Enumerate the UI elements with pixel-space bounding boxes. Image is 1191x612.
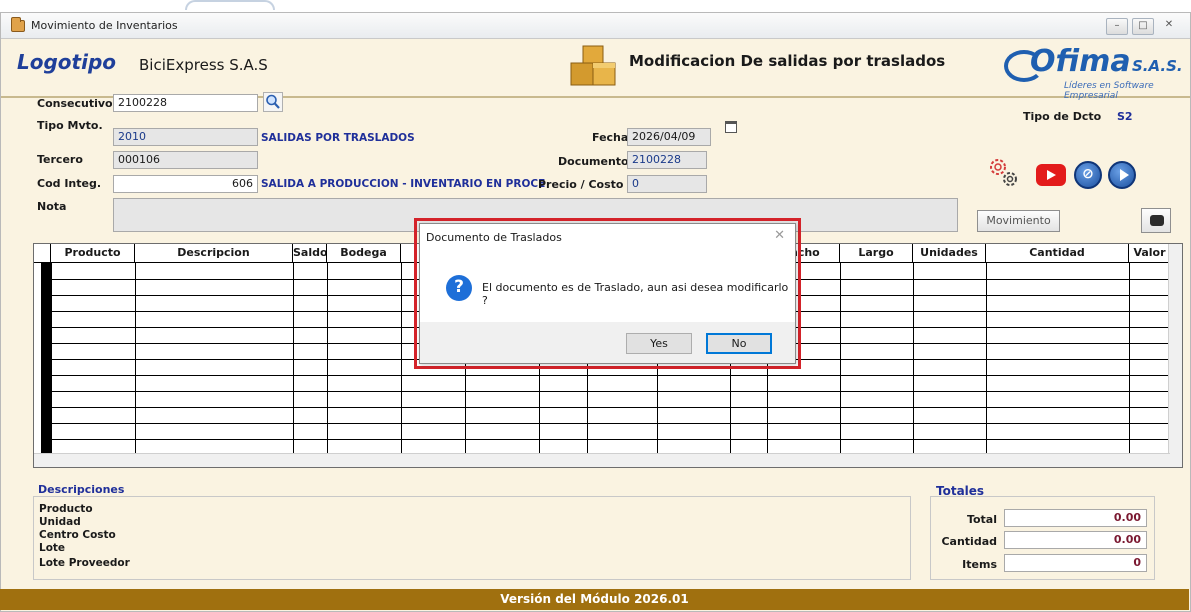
background-logo-arc — [185, 0, 275, 10]
desktop-top-strip — [0, 0, 1191, 12]
total-value: 0.00 — [1004, 509, 1147, 527]
ofima-logo: Ofima S.A.S. Líderes en Software Empresa… — [1004, 44, 1184, 101]
title-bar: Movimiento de Inventarios – □ ✕ — [1, 13, 1190, 39]
col-saldo[interactable]: Saldo — [293, 244, 327, 263]
close-button[interactable]: ✕ — [1158, 18, 1180, 35]
cod-integ-description: SALIDA A PRODUCCION - INVENTARIO EN PROC… — [261, 178, 546, 190]
grid-line — [840, 263, 841, 453]
youtube-icon[interactable] — [1036, 164, 1066, 186]
col-unidades[interactable]: Unidades — [913, 244, 986, 263]
grid-line — [327, 263, 328, 453]
grid-vertical-scrollbar[interactable] — [1168, 244, 1182, 467]
precio-costo-label: Precio / Costo — [538, 178, 624, 191]
grid-line — [401, 263, 402, 453]
grid-corner — [34, 244, 51, 263]
documento-input[interactable]: 2100228 — [627, 151, 707, 169]
desc-lote: Lote — [39, 542, 66, 554]
yes-button[interactable]: Yes — [626, 333, 692, 354]
dialog-message: El documento es de Traslado, aun asi des… — [482, 281, 789, 307]
grid-horizontal-scrollbar[interactable] — [34, 453, 1170, 467]
minimize-button[interactable]: – — [1106, 18, 1128, 35]
maximize-button[interactable]: □ — [1132, 18, 1154, 35]
documento-label: Documento — [558, 155, 629, 168]
col-bodega[interactable]: Bodega — [327, 244, 401, 263]
col-valor[interactable]: Valor — [1129, 244, 1170, 263]
version-footer: Versión del Módulo 2026.01 — [0, 589, 1189, 610]
module-title: Modificacion De salidas por traslados — [629, 52, 946, 70]
cantidad-label: Cantidad — [941, 535, 997, 548]
close-icon[interactable]: ✕ — [774, 228, 785, 243]
total-label: Total — [966, 513, 997, 526]
nota-label: Nota — [37, 200, 67, 213]
desc-lote-proveedor: Lote Proveedor — [39, 557, 130, 569]
tercero-input[interactable]: 000106 — [113, 151, 258, 169]
calendar-icon[interactable] — [725, 121, 737, 133]
grid-line — [986, 263, 987, 453]
desc-centro-costo: Centro Costo — [39, 529, 116, 541]
grid-line — [51, 407, 1170, 408]
company-name: BiciExpress S.A.S — [139, 56, 268, 74]
attachment-icon[interactable]: ⊘ — [1074, 161, 1102, 189]
desc-producto: Producto — [39, 503, 93, 515]
grid-line — [1129, 263, 1130, 453]
movimiento-button[interactable]: Movimiento — [977, 210, 1060, 232]
grid-line — [293, 263, 294, 453]
module-header: Logotipo BiciExpress S.A.S Modificacion … — [1, 40, 1190, 101]
folder-icon — [11, 17, 25, 32]
binoculars-icon[interactable] — [1141, 208, 1171, 233]
col-cantidad[interactable]: Cantidad — [986, 244, 1129, 263]
cod-integ-input[interactable]: 606 — [113, 175, 258, 193]
grid-line — [913, 263, 914, 453]
precio-costo-input[interactable]: 0 — [627, 175, 707, 193]
ofima-logo-suffix: S.A.S. — [1132, 57, 1183, 75]
consecutivo-label: Consecutivo — [37, 97, 113, 110]
col-descripcion[interactable]: Descripcion — [135, 244, 293, 263]
search-icon[interactable] — [263, 92, 283, 112]
tipo-dcto-value: S2 — [1117, 110, 1133, 123]
gear-icon[interactable] — [986, 155, 1020, 189]
tipo-mvto-input[interactable]: 2010 — [113, 128, 258, 146]
cod-integ-label: Cod Integ. — [37, 177, 102, 190]
tipo-mvto-description: SALIDAS POR TRASLADOS — [261, 132, 415, 144]
desc-unidad: Unidad — [39, 516, 81, 528]
col-producto[interactable]: Producto — [51, 244, 135, 263]
row-selector[interactable] — [41, 263, 51, 458]
play-icon[interactable] — [1108, 161, 1136, 189]
descripciones-title: Descripciones — [38, 483, 125, 496]
items-value: 0 — [1004, 554, 1147, 572]
dialog-title: Documento de Traslados — [426, 231, 562, 244]
question-icon: ? — [446, 275, 472, 301]
ofima-logo-name: Ofima — [1030, 44, 1131, 79]
grid-line — [51, 439, 1170, 440]
confirm-dialog: Documento de Traslados ✕ ? El documento … — [419, 223, 796, 364]
fecha-label: Fecha — [592, 131, 629, 144]
grid-line — [51, 391, 1170, 392]
grid-line — [51, 375, 1170, 376]
grid-line — [51, 423, 1170, 424]
no-button[interactable]: No — [706, 333, 772, 354]
ofima-logo-tagline: Líderes en Software Empresarial — [1064, 81, 1154, 101]
tipo-mvto-label: Tipo Mvto. — [37, 119, 103, 132]
window-title: Movimiento de Inventarios — [31, 19, 178, 32]
tercero-label: Tercero — [37, 153, 83, 166]
grid-line — [135, 263, 136, 453]
items-label: Items — [962, 558, 997, 571]
dialog-footer: Yes No — [420, 322, 795, 363]
tipo-dcto-label: Tipo de Dcto — [1023, 110, 1102, 123]
boxes-icon — [570, 45, 616, 86]
consecutivo-input[interactable]: 2100228 — [113, 94, 258, 112]
fecha-input[interactable]: 2026/04/09 — [627, 128, 711, 146]
descripciones-box: Producto Unidad Centro Costo Lote Lote P… — [33, 496, 911, 580]
cantidad-value: 0.00 — [1004, 531, 1147, 549]
totales-box: Total 0.00 Cantidad 0.00 Items 0 — [930, 496, 1155, 580]
col-largo[interactable]: Largo — [840, 244, 913, 263]
grid-line — [51, 263, 52, 453]
logo-text: Logotipo — [17, 50, 117, 74]
